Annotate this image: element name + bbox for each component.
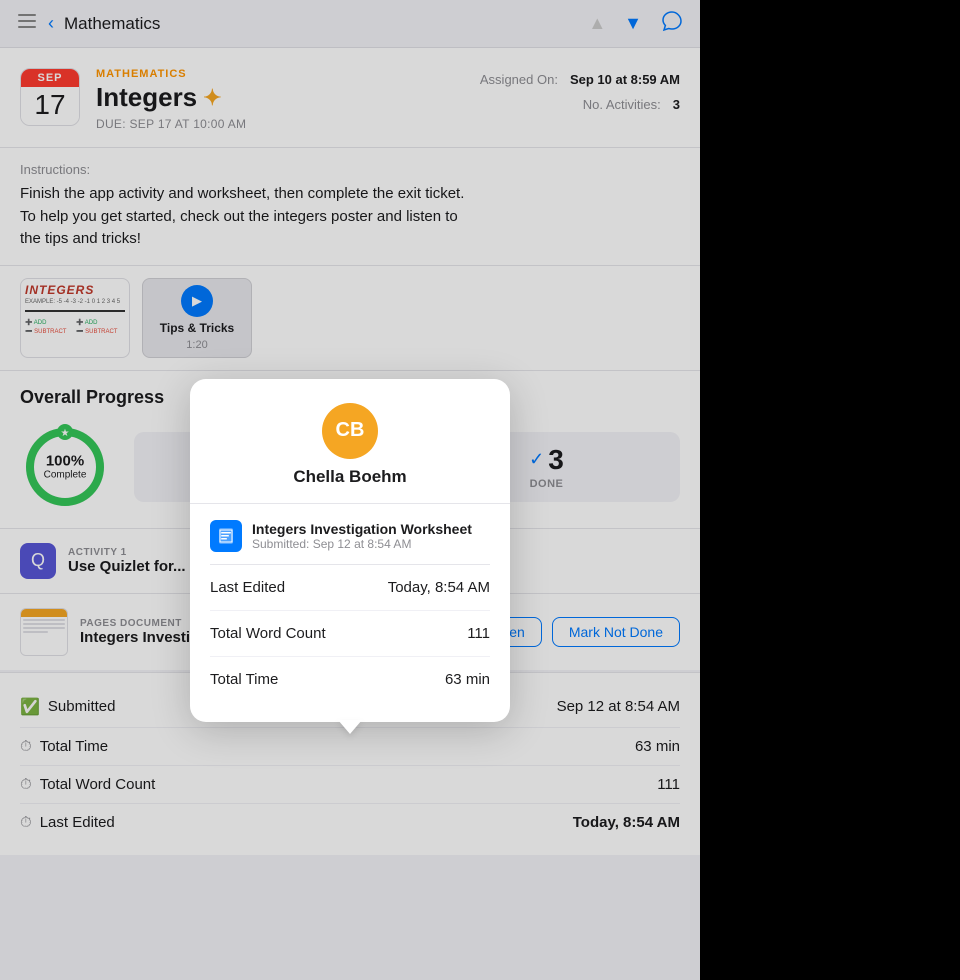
popup-word-count-row: Total Word Count 111 — [210, 611, 490, 657]
avatar: CB — [322, 403, 378, 459]
student-popup: CB Chella Boehm Integer — [190, 379, 510, 722]
popup-doc-row: Integers Investigation Worksheet Submitt… — [210, 504, 490, 565]
popup-body: Integers Investigation Worksheet Submitt… — [190, 504, 510, 722]
popup-word-count-value: 111 — [467, 625, 490, 642]
popup-doc-submitted: Submitted: Sep 12 at 8:54 AM — [252, 537, 490, 551]
popup-last-edited-value: Today, 8:54 AM — [388, 579, 490, 596]
popup-doc-name: Integers Investigation Worksheet — [252, 521, 490, 537]
popup-time-label: Total Time — [210, 671, 278, 688]
popup-overlay: CB Chella Boehm Integer — [0, 0, 700, 980]
popup-header: CB Chella Boehm — [190, 379, 510, 504]
popup-student-name: Chella Boehm — [293, 467, 406, 487]
popup-time-row: Total Time 63 min — [210, 657, 490, 702]
popup-word-count-label: Total Word Count — [210, 625, 326, 642]
popup-last-edited-label: Last Edited — [210, 579, 285, 596]
popup-doc-info: Integers Investigation Worksheet Submitt… — [252, 521, 490, 551]
popup-doc-icon — [210, 520, 242, 552]
popup-last-edited-row: Last Edited Today, 8:54 AM — [210, 565, 490, 611]
popup-time-value: 63 min — [445, 671, 490, 688]
